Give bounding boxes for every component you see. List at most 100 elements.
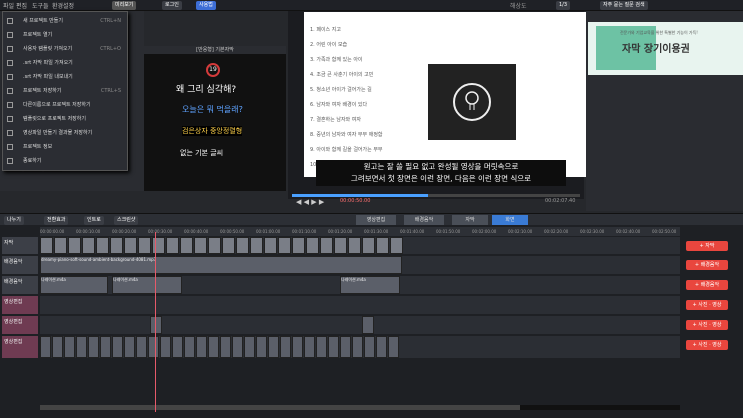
video-clip[interactable] [304,336,315,358]
menu-item[interactable]: 새 프로젝트 만들기 CTRL+N [3,15,127,27]
screenshot-button[interactable]: 스크린샷 [114,216,139,225]
settings-menu[interactable]: 환경설정 [52,1,74,10]
subtitle-clip[interactable] [208,237,221,254]
video-clip[interactable] [148,336,159,358]
video-clip[interactable] [292,336,303,358]
subtitle-clip[interactable] [306,237,319,254]
subtitle-clip[interactable] [166,237,179,254]
narration-clip[interactable]: 나레이션.m4a [40,276,108,294]
menu-item[interactable]: 종료하기 [3,155,127,167]
subtitle-clip[interactable] [96,237,109,254]
video-clip[interactable] [232,336,243,358]
narration-clip[interactable]: 나레이션.m4a [340,276,400,294]
video-clip[interactable] [244,336,255,358]
help-search[interactable]: 자주 묻는 질문 검색 [600,1,648,10]
subtitle-clip[interactable] [124,237,137,254]
video-clip[interactable] [100,336,111,358]
video-clip[interactable] [340,336,351,358]
video-clip[interactable] [172,336,183,358]
subtitle-clip[interactable] [320,237,333,254]
music-clip[interactable]: dreamy-piano-soft-sound-ambient-backgrou… [40,256,402,274]
subtitle-clip[interactable] [68,237,81,254]
time-ruler[interactable]: 00:00:00.00 00:00:10.00 00:00:20.00 00:00:3… [40,227,680,236]
video-clip[interactable] [136,336,147,358]
video-clip[interactable] [364,336,375,358]
video-clip[interactable] [316,336,327,358]
guide-button[interactable]: 사용법 [196,1,216,10]
track-row[interactable] [40,316,680,334]
add-track-item-button[interactable]: + 사진 · 영상 [686,300,728,310]
add-track-item-button[interactable]: + 사진 · 영상 [686,340,728,350]
subtitle-clip[interactable] [180,237,193,254]
transition-button[interactable]: 전환효과 [44,216,69,225]
narration-clip[interactable]: 나레이션.m4a [112,276,182,294]
track-row[interactable]: dreamy-piano-soft-sound-ambient-backgrou… [40,256,680,274]
template-line3[interactable]: 검은상자 중앙정렬형 [182,126,243,136]
track-header[interactable]: 배경음악 [2,256,38,274]
player-controls[interactable]: ◀ ◀ ▶ ▶ [296,198,324,206]
subtitle-clip[interactable] [250,237,263,254]
subtitle-clip[interactable] [152,237,165,254]
promo-banner[interactable]: 전문가와 기업교육을 위한 특별한 기능이 가득! 자막 장기이용권 [588,22,743,75]
video-clip[interactable] [150,316,162,334]
video-clip[interactable] [362,316,374,334]
track-row[interactable] [40,336,680,358]
add-track-item-button[interactable]: + 배경음악 [686,260,728,270]
video-clip[interactable] [184,336,195,358]
track-header[interactable]: 영상편집 [2,336,38,358]
video-clip[interactable] [388,336,399,358]
subtitle-clip[interactable] [348,237,361,254]
video-clip[interactable] [160,336,171,358]
track-header[interactable]: 영상편집 [2,296,38,314]
subtitle-clip[interactable] [138,237,151,254]
video-clip[interactable] [88,336,99,358]
video-clip[interactable] [220,336,231,358]
zoom-select[interactable]: 1/3 [556,1,571,10]
track-header[interactable]: 배경음악 [2,276,38,294]
track-header[interactable]: 자막 [2,237,38,254]
subtitle-clip[interactable] [278,237,291,254]
edit-menu[interactable]: 편집 [16,1,27,10]
subtitle-clip[interactable] [236,237,249,254]
subtitle-clip[interactable] [82,237,95,254]
menu-item[interactable]: .srt 자막 파일 가져오기 [3,57,127,69]
track-row[interactable] [40,296,680,314]
menu-item[interactable]: 다른이름으로 프로젝트 저장하기 [3,99,127,111]
tools-menu[interactable]: 도구들 [32,1,49,10]
add-track-item-button[interactable]: + 자막 [686,241,728,251]
tab-video[interactable]: 영상편집 [356,215,396,225]
preview-button[interactable]: 미리보기 [112,1,137,10]
menu-item[interactable]: 프로젝트 저장하기 CTRL+S [3,85,127,97]
file-menu[interactable]: 파일 [3,1,14,10]
menu-item[interactable]: 템플릿으로 프로젝트 저장하기 [3,113,127,125]
tab-screen[interactable]: 화면 [492,215,528,225]
subtitle-clip[interactable] [54,237,67,254]
subtitle-clip[interactable] [264,237,277,254]
subtitle-clip[interactable] [390,237,403,254]
video-clip[interactable] [112,336,123,358]
intro-button[interactable]: 인트로 [84,216,104,225]
video-clip[interactable] [352,336,363,358]
subtitle-clip[interactable] [110,237,123,254]
subtitle-clip[interactable] [194,237,207,254]
add-track-item-button[interactable]: + 사진 · 영상 [686,320,728,330]
video-clip[interactable] [52,336,63,358]
menu-item[interactable]: 사용자 템플릿 가져오기 CTRL+O [3,43,127,55]
subtitle-clip[interactable] [376,237,389,254]
video-clip[interactable] [376,336,387,358]
subtitle-clip[interactable] [362,237,375,254]
login-button[interactable]: 로그인 [162,1,182,10]
track-header[interactable]: 영상편집 [2,316,38,334]
video-clip[interactable] [256,336,267,358]
add-track-item-button[interactable]: + 배경음악 [686,280,728,290]
subtitle-clip[interactable] [40,237,53,254]
template-line2[interactable]: 오늘은 뭐 먹을래? [182,104,243,115]
tab-music[interactable]: 배경음악 [404,215,444,225]
timeline-scrollbar[interactable] [40,405,680,410]
video-clip[interactable] [76,336,87,358]
subtitle-clip[interactable] [292,237,305,254]
video-clip[interactable] [208,336,219,358]
subtitle-clip[interactable] [222,237,235,254]
menu-item[interactable]: .srt 자막 파일 내보내기 [3,71,127,83]
video-clip[interactable] [268,336,279,358]
